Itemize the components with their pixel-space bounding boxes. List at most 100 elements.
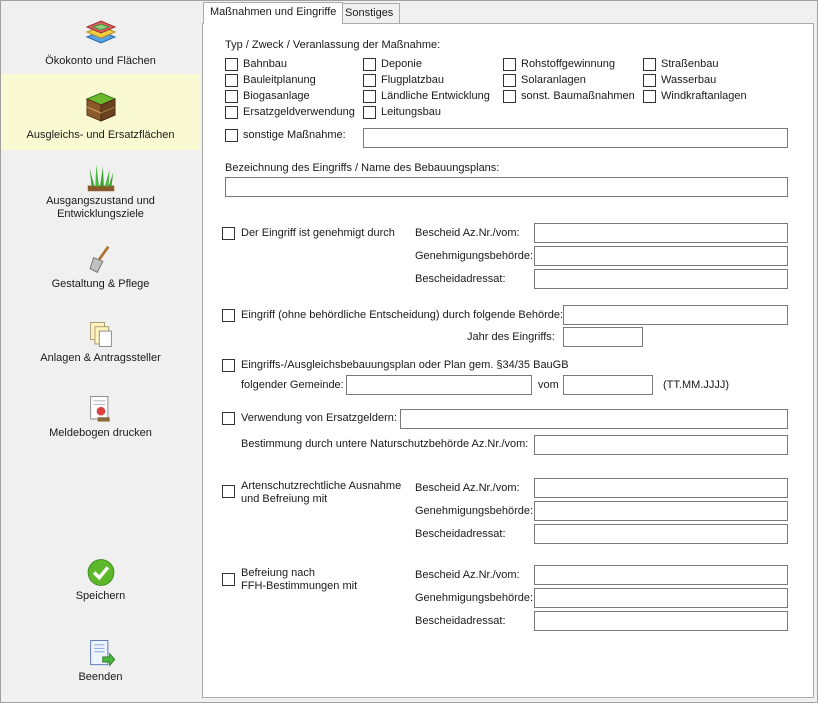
layered-map-icon (85, 20, 116, 44)
sidebar-item-label: Ausgangszustand und Entwicklungsziele (46, 195, 155, 220)
designation-label: Bezeichnung des Eingriffs / Name des Beb… (225, 162, 500, 174)
exit-button[interactable]: Beenden (1, 638, 200, 684)
checkbox-flugplatzbau[interactable] (363, 74, 376, 87)
species-behoerde-input[interactable] (534, 501, 788, 521)
type-header: Typ / Zweck / Veranlassung der Maßnahme: (225, 39, 441, 51)
date-format-hint: (TT.MM.JJJJ) (663, 379, 729, 391)
adressat-label: Bescheidadressat: (415, 615, 506, 627)
sidebar-item-anlagen[interactable]: Anlagen & Antragssteller (1, 319, 200, 365)
year-label: Jahr des Eingriffs: (467, 331, 555, 343)
no-decision-authority-input[interactable] (563, 305, 788, 325)
checkbox-label: Biogasanlage (243, 90, 310, 102)
determination-input[interactable] (534, 435, 788, 455)
checkbox-laendliche-entwicklung[interactable] (363, 90, 376, 103)
plan-date-input[interactable] (563, 375, 653, 395)
print-stamp-icon (89, 396, 110, 422)
behoerde-label: Genehmigungsbehörde: (415, 592, 534, 604)
behoerde-label: Genehmigungsbehörde: (415, 250, 534, 262)
checkbox-bauleitplanung[interactable] (225, 74, 238, 87)
checkbox-bahnbau[interactable] (225, 58, 238, 71)
plan-label: Eingriffs-/Ausgleichsbebauungsplan oder … (241, 359, 569, 371)
checkbox-species-protection[interactable] (222, 485, 235, 498)
approved-bescheid-input[interactable] (534, 223, 788, 243)
checkbox-sonst-baumassnahmen[interactable] (503, 90, 516, 103)
ffh-behoerde-input[interactable] (534, 588, 788, 608)
tab-sonstiges[interactable]: Sonstiges (338, 3, 401, 23)
adressat-label: Bescheidadressat: (415, 528, 506, 540)
municipality-input[interactable] (346, 375, 532, 395)
species-label-line1: Artenschutzrechtliche Ausnahme (241, 480, 402, 492)
other-measure-input[interactable] (363, 128, 788, 148)
year-input[interactable] (563, 327, 643, 347)
grass-icon (87, 164, 114, 192)
bescheid-label: Bescheid Az.Nr./vom: (415, 569, 520, 581)
checkbox-label: Leitungsbau (381, 106, 441, 118)
municipality-label: folgender Gemeinde: (241, 379, 344, 391)
sidebar-item-meldebogen[interactable]: Meldebogen drucken (1, 394, 200, 440)
documents-icon (89, 322, 112, 347)
checkbox-approved[interactable] (222, 227, 235, 240)
determination-label: Bestimmung durch untere Naturschutzbehör… (241, 438, 529, 450)
checkbox-label: Windkraftanlagen (661, 90, 747, 102)
checkbox-plan[interactable] (222, 359, 235, 372)
checkbox-ersatzgeldverwendung[interactable] (225, 106, 238, 119)
checkbox-label: Wasserbau (661, 74, 717, 86)
sidebar-item-ausgleichsflaechen[interactable]: Ausgleichs- und Ersatzflächen (1, 74, 200, 150)
exit-notebook-icon (89, 640, 115, 667)
behoerde-label: Genehmigungsbehörde: (415, 505, 534, 517)
species-adressat-input[interactable] (534, 524, 788, 544)
exit-button-label: Beenden (78, 671, 123, 683)
checkbox-strassenbau[interactable] (643, 58, 656, 71)
save-button[interactable]: Speichern (1, 557, 200, 603)
checkbox-deponie[interactable] (363, 58, 376, 71)
bescheid-label: Bescheid Az.Nr./vom: (415, 227, 520, 239)
sidebar-item-ausgangszustand[interactable]: Ausgangszustand und Entwicklungsziele (1, 161, 200, 221)
replacement-money-label: Verwendung von Ersatzgeldern: (241, 412, 397, 424)
checkbox-leitungsbau[interactable] (363, 106, 376, 119)
sidebar-item-label: Ausgleichs- und Ersatzflächen (26, 129, 175, 141)
checkmark-icon (87, 559, 114, 586)
checkbox-sonstige-massnahme[interactable] (225, 129, 238, 142)
checkbox-biogasanlage[interactable] (225, 90, 238, 103)
adressat-label: Bescheidadressat: (415, 273, 506, 285)
ffh-adressat-input[interactable] (534, 611, 788, 631)
sidebar-item-label: Ökokonto und Flächen (45, 55, 156, 67)
checkbox-label: Ländliche Entwicklung (381, 90, 490, 102)
ffh-label-line2: FFH-Bestimmungen mit (241, 580, 358, 592)
approved-behoerde-input[interactable] (534, 246, 788, 266)
bescheid-label: Bescheid Az.Nr./vom: (415, 482, 520, 494)
checkbox-label: Bahnbau (243, 58, 288, 70)
replacement-money-input[interactable] (400, 409, 788, 429)
checkbox-no-decision[interactable] (222, 309, 235, 322)
checkbox-wasserbau[interactable] (643, 74, 656, 87)
checkbox-solaranlagen[interactable] (503, 74, 516, 87)
ffh-bescheid-input[interactable] (534, 565, 788, 585)
species-label-line2: und Befreiung mit (241, 493, 328, 505)
approved-adressat-input[interactable] (534, 269, 788, 289)
sidebar-item-gestaltung[interactable]: Gestaltung & Pflege (1, 243, 200, 291)
sidebar-item-label: Anlagen & Antragssteller (40, 352, 161, 364)
checkbox-label: Bauleitplanung (243, 74, 316, 86)
sidebar-item-label: Meldebogen drucken (49, 427, 152, 439)
soil-layers-icon (85, 92, 116, 122)
checkbox-windkraftanlagen[interactable] (643, 90, 656, 103)
checkbox-label: sonst. Baumaßnahmen (521, 90, 635, 102)
vom-label: vom (538, 379, 559, 391)
checkbox-label: Solaranlagen (521, 74, 586, 86)
sidebar-item-label: Gestaltung & Pflege (51, 278, 150, 290)
checkbox-label: Flugplatzbau (381, 74, 444, 86)
sidebar: Ökokonto und Flächen Ausgleichs- und Ers… (1, 1, 200, 701)
checkbox-replacement-money[interactable] (222, 412, 235, 425)
tab-massnahmen[interactable]: Maßnahmen und Eingriffe (203, 2, 344, 24)
checkbox-label: Rohstoffgewinnung (521, 58, 615, 70)
checkbox-rohstoffgewinnung[interactable] (503, 58, 516, 71)
species-bescheid-input[interactable] (534, 478, 788, 498)
checkbox-label: Deponie (381, 58, 422, 70)
other-measure-label: sonstige Maßnahme: (243, 129, 346, 141)
checkbox-ffh[interactable] (222, 573, 235, 586)
designation-input[interactable] (225, 177, 788, 197)
sidebar-item-oekokonto[interactable]: Ökokonto und Flächen (1, 15, 200, 77)
ffh-label-line1: Befreiung nach (241, 567, 315, 579)
shovel-icon (88, 245, 109, 273)
save-button-label: Speichern (75, 590, 126, 602)
